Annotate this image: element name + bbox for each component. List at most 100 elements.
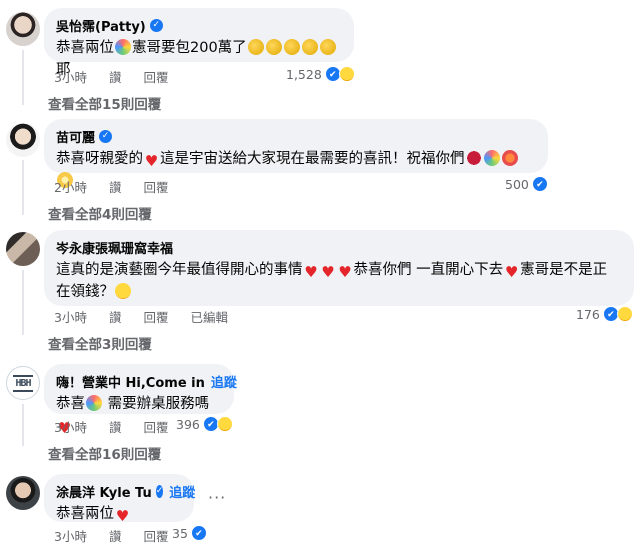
heart-icon: ♥ <box>115 507 130 525</box>
commenter-name[interactable]: 苗可麗 ✓ <box>56 127 536 146</box>
comment-text-part: 恭喜你們 一直開心下去 <box>353 262 504 278</box>
reaction-count: 500 <box>505 176 529 192</box>
view-all-replies-link[interactable]: 查看全部4則回覆 <box>48 203 152 223</box>
commenter-name[interactable]: 涂晨洋 Kyle Tu ✓ 追蹤 <box>56 482 195 501</box>
clap-icon <box>247 39 264 55</box>
comment-meta: 3小時 讚 回覆 已編輯 <box>54 307 228 326</box>
thread-line <box>22 50 24 105</box>
follow-button[interactable]: 追蹤 <box>169 482 195 501</box>
avatar[interactable]: HBH <box>6 366 40 400</box>
commenter-name-text[interactable]: 苗可麗 <box>56 127 95 146</box>
verified-badge-icon: ✓ <box>149 19 163 32</box>
reaction-summary[interactable]: 396 ✔ <box>176 416 233 432</box>
party-popper-icon <box>86 395 102 411</box>
commenter-name[interactable]: 岑永康張珮珊窩幸福 <box>56 238 622 257</box>
commenter-name-text[interactable]: 岑永康張珮珊窩幸福 <box>56 238 173 257</box>
reply-button[interactable]: 回覆 <box>143 526 168 545</box>
flower-icon <box>501 150 518 166</box>
comment-text-part: 憲哥是不是正 <box>520 262 608 278</box>
reaction-summary[interactable]: 35 ✔ <box>172 525 207 541</box>
clap-icon <box>265 39 282 55</box>
comment-bubble: 苗可麗 ✓ 恭喜呀親愛的 ♥ 這是宇宙送給大家現在最需要的喜訊！祝福你們 <box>44 119 548 188</box>
haha-reaction-icon <box>216 416 233 432</box>
avatar[interactable] <box>6 123 40 157</box>
reaction-count: 35 <box>172 525 188 541</box>
comment-bubble: 岑永康張珮珊窩幸福 這真的是演藝圈今年最值得開心的事情 ♥ ♥ ♥ 恭喜你們 一直開心下… <box>44 230 634 306</box>
thread-line <box>22 270 24 335</box>
view-all-replies-link[interactable]: 查看全部16則回覆 <box>48 443 161 463</box>
haha-reaction-icon <box>616 306 633 322</box>
comment-text-part: 恭喜呀親愛的 <box>56 151 143 167</box>
timestamp[interactable]: 3小時 <box>54 526 87 545</box>
haha-reaction-icon <box>338 66 355 82</box>
comment-meta: 3小時 讚 回覆 <box>54 67 168 86</box>
thread-line <box>22 160 24 215</box>
lipstick-icon <box>465 150 482 166</box>
reply-button[interactable]: 回覆 <box>143 67 168 86</box>
commenter-name-text[interactable]: 嗨！營業中 Hi,Come in <box>56 372 205 391</box>
comment-text-part: 在領錢？ <box>56 284 114 300</box>
logo-text: HBH <box>13 374 33 392</box>
verified-badge-icon: ✓ <box>99 130 113 143</box>
reply-button[interactable]: 回覆 <box>143 307 168 326</box>
comment-bubble: 嗨！營業中 Hi,Come in 追蹤 恭喜 需要辦桌服務嗎♥ <box>44 364 237 436</box>
heart-icon: ♥ <box>304 263 318 281</box>
follow-button[interactable]: 追蹤 <box>211 372 237 391</box>
comment-hicomein: HBH 嗨！營業中 Hi,Come in 追蹤 恭喜 需要辦桌服務嗎♥ 3小時 … <box>0 362 640 463</box>
reply-button[interactable]: 回覆 <box>143 177 168 196</box>
more-options-icon[interactable]: ··· <box>208 488 226 507</box>
reaction-count: 176 <box>576 306 600 322</box>
reaction-count: 396 <box>176 416 200 432</box>
comment-text-part: 這真的是演藝圈今年最值得開心的事情 <box>56 262 303 278</box>
comment-meta: 2小時 讚 回覆 <box>54 177 168 196</box>
comment-text-part: 恭喜兩位 <box>56 506 114 522</box>
reply-button[interactable]: 回覆 <box>143 417 168 436</box>
like-button[interactable]: 讚 <box>109 417 122 436</box>
comment-text-part: 需要辦桌服務嗎 <box>107 396 210 412</box>
comment-bubble: 吳怡霈(Patty) ✓ 恭喜兩位 憲哥要包200萬了耶 <box>44 8 354 78</box>
like-button[interactable]: 讚 <box>109 177 122 196</box>
reaction-summary[interactable]: 176 ✔ <box>576 306 633 322</box>
timestamp[interactable]: 3小時 <box>54 67 87 86</box>
like-button[interactable]: 讚 <box>109 307 122 326</box>
commenter-name-text[interactable]: 涂晨洋 Kyle Tu <box>56 482 152 501</box>
like-reaction-icon: ✔ <box>531 176 548 192</box>
comment-miao: 苗可麗 ✓ 恭喜呀親愛的 ♥ 這是宇宙送給大家現在最需要的喜訊！祝福你們 2小時 讚… <box>0 115 640 225</box>
view-all-replies-link[interactable]: 查看全部3則回覆 <box>48 333 152 353</box>
timestamp[interactable]: 3小時 <box>54 417 87 436</box>
reaction-summary[interactable]: 500 ✔ <box>505 176 548 192</box>
comment-meta: 3小時 讚 回覆 <box>54 526 168 545</box>
clap-icon <box>283 39 300 55</box>
heart-icon: ♥ <box>321 263 335 281</box>
avatar[interactable] <box>6 12 40 46</box>
timestamp[interactable]: 3小時 <box>54 307 87 326</box>
commenter-name-text[interactable]: 吳怡霈(Patty) <box>56 16 146 35</box>
avatar[interactable] <box>6 232 40 266</box>
like-button[interactable]: 讚 <box>109 67 122 86</box>
comment-text-part: 恭喜兩位 <box>56 40 114 56</box>
edited-label: 已編輯 <box>190 310 228 325</box>
reaction-summary[interactable]: 1,528 ✔ <box>286 66 355 82</box>
commenter-name[interactable]: 嗨！營業中 Hi,Come in 追蹤 <box>56 372 237 391</box>
comment-cen: 岑永康張珮珊窩幸福 這真的是演藝圈今年最值得開心的事情 ♥ ♥ ♥ 恭喜你們 一直開心下… <box>0 228 640 356</box>
comment-meta: 3小時 讚 回覆 <box>54 417 168 436</box>
comment-bubble: 涂晨洋 Kyle Tu ✓ 追蹤 恭喜兩位 ♥ <box>44 474 195 525</box>
comment-patty: 吳怡霈(Patty) ✓ 恭喜兩位 憲哥要包200萬了耶 3小時 讚 回覆 1,5… <box>0 0 640 113</box>
view-all-replies-link[interactable]: 查看全部15則回覆 <box>48 93 161 113</box>
reaction-count: 1,528 <box>286 66 322 82</box>
commenter-name[interactable]: 吳怡霈(Patty) ✓ <box>56 16 342 35</box>
like-button[interactable]: 讚 <box>109 526 122 545</box>
avatar[interactable] <box>6 476 40 510</box>
timestamp[interactable]: 2小時 <box>54 177 87 196</box>
clap-icon <box>301 39 318 55</box>
comment-text: 恭喜兩位 ♥ <box>56 503 182 525</box>
like-reaction-icon: ✔ <box>190 525 207 541</box>
heart-icon: ♥ <box>144 152 159 170</box>
comment-text-part: 這是宇宙送給大家現在最需要的喜訊！祝福你們 <box>160 151 465 167</box>
verified-badge-icon: ✓ <box>155 485 164 498</box>
comment-kyletu: 涂晨洋 Kyle Tu ✓ 追蹤 恭喜兩位 ♥ ··· 3小時 讚 回覆 35 ✔ <box>0 472 640 552</box>
rofl-icon <box>115 283 131 299</box>
clap-icon <box>319 39 336 55</box>
heart-icon: ♥ <box>504 263 519 281</box>
comment-text-part: 憲哥要包200萬了 <box>132 40 247 56</box>
